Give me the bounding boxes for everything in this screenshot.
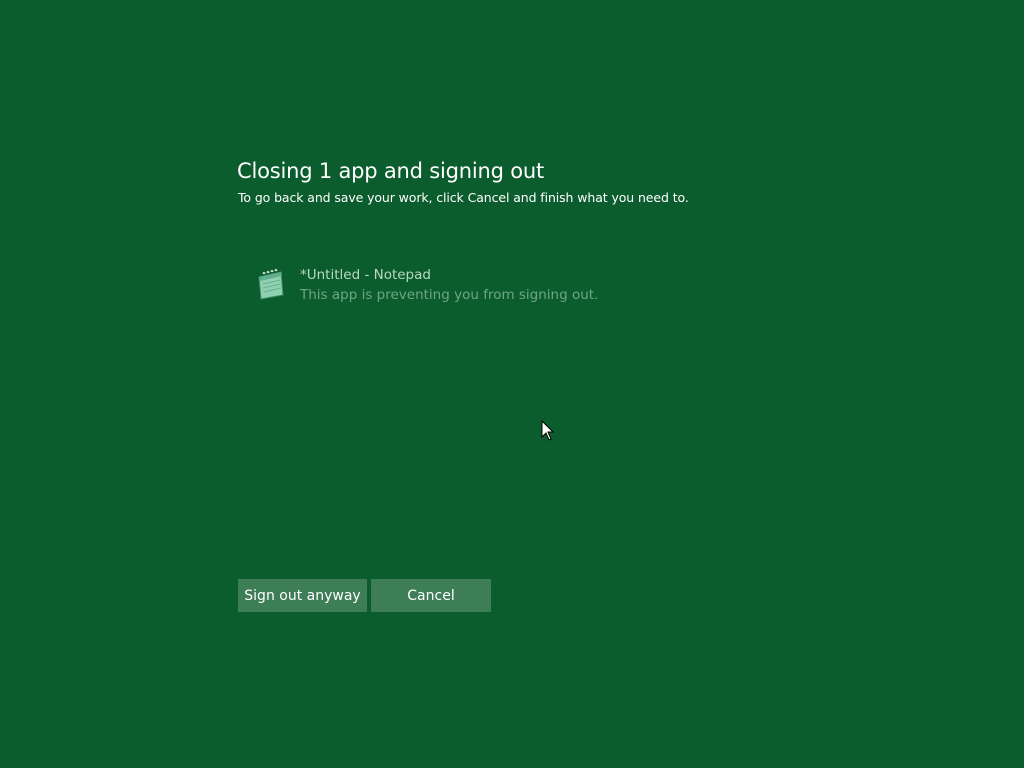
page-subtitle: To go back and save your work, click Can…: [238, 190, 689, 205]
sign-out-anyway-button[interactable]: Sign out anyway: [238, 579, 367, 612]
blocking-app-text: *Untitled - Notepad This app is preventi…: [300, 266, 598, 306]
notepad-icon: [258, 268, 284, 300]
cancel-button[interactable]: Cancel: [371, 579, 491, 612]
page-title: Closing 1 app and signing out: [237, 159, 545, 183]
mouse-pointer-icon: [541, 420, 555, 441]
app-name: *Untitled - Notepad: [300, 267, 431, 283]
app-status: This app is preventing you from signing …: [300, 287, 599, 303]
blocking-app-item: *Untitled - Notepad This app is preventi…: [254, 266, 598, 306]
sign-out-screen: Closing 1 app and signing out To go back…: [0, 0, 1024, 768]
